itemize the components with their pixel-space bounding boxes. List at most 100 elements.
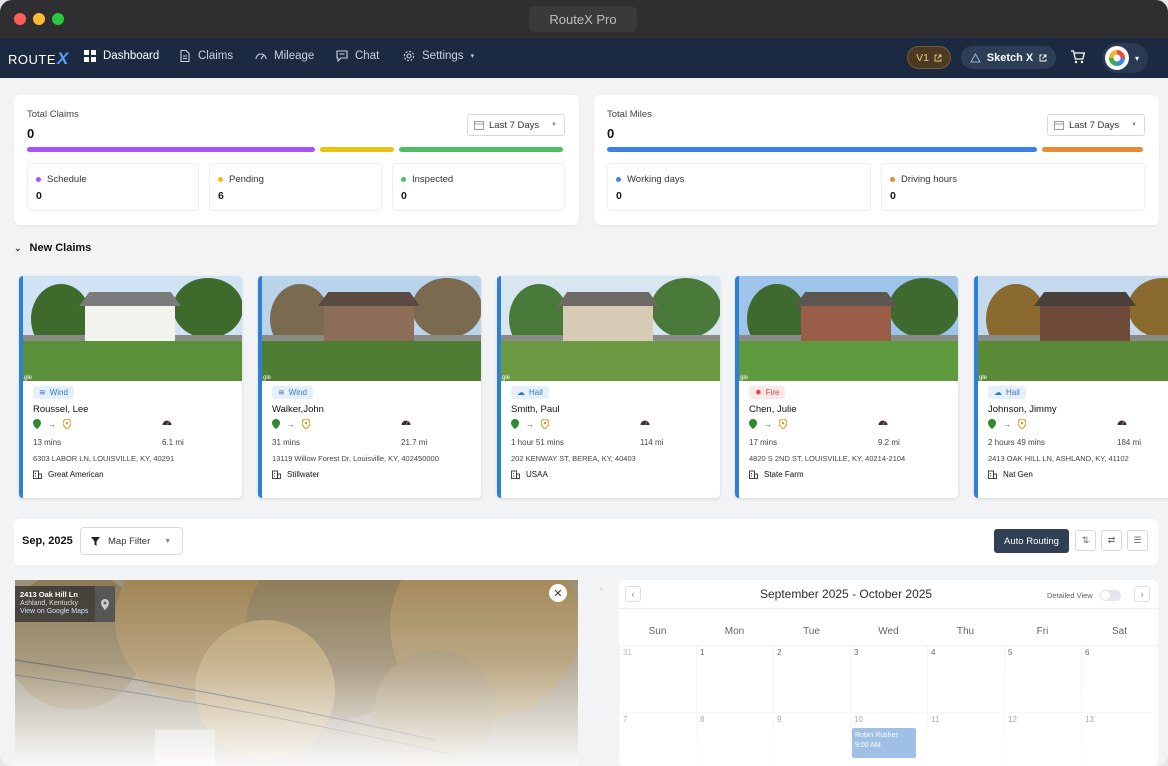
calendar-day-cell[interactable]: 9 (773, 712, 850, 766)
calendar-day-cell[interactable]: 6 (1081, 645, 1158, 712)
routex-logo[interactable]: ROUTE X (8, 49, 69, 69)
arrow-right-icon: → (526, 419, 534, 429)
calendar-day-cell[interactable]: 2 (773, 645, 850, 712)
route-toolbar: Sep, 2025 Map Filter ▼ Auto Routing ⇅ ⇄ … (14, 519, 1158, 565)
claim-address: 13119 Willow Forest Dr, Louisville, KY, … (272, 454, 439, 463)
claim-card[interactable]: gle ≋ Wind Walker,John → 31 mins 21.7 mi… (258, 276, 481, 498)
title-bar: RouteX Pro (0, 0, 1168, 38)
close-icon[interactable]: ✕ (549, 584, 567, 602)
sketch-x-button[interactable]: Sketch X (961, 46, 1056, 69)
chevron-right-icon[interactable]: › (600, 584, 603, 593)
total-miles-card: Total Miles 0 Last 7 Days ▼ Working days… (594, 95, 1159, 225)
arrow-right-icon: → (1003, 419, 1011, 429)
calendar-day-cell[interactable]: 31 (619, 645, 696, 712)
inspected-bar-segment (399, 147, 563, 152)
day-number: 11 (931, 715, 940, 724)
app-window: RouteX Pro ROUTE X Dashboard Claims Milea… (0, 0, 1168, 766)
street-view-panel[interactable]: 2413 Oak Hill Ln Ashland, Kentucky View … (15, 580, 578, 766)
calendar-day-cell[interactable]: 11 (927, 712, 1004, 766)
building-icon (33, 470, 42, 479)
calendar-day-cell[interactable]: 12 (1004, 712, 1081, 766)
toggle-switch[interactable] (1099, 590, 1121, 601)
working-days-stat: Working days 0 (607, 163, 871, 211)
address-info-box: 2413 Oak Hill Ln Ashland, Kentucky View … (15, 586, 115, 622)
close-window-button[interactable] (14, 13, 26, 25)
avatar (1105, 46, 1129, 70)
nav-item-settings[interactable]: Settings ▾ (403, 50, 474, 62)
nav-item-dashboard[interactable]: Dashboard (84, 50, 159, 62)
inspected-stat: Inspected 0 (392, 163, 565, 211)
nav-item-label: Mileage (274, 50, 315, 62)
drive-time: 1 hour 51 mins (511, 438, 564, 447)
drive-time: 13 mins (33, 438, 62, 447)
hail-icon: ☁ (994, 388, 1002, 397)
claimant-name: Smith, Paul (511, 404, 560, 415)
day-number: 13 (1085, 715, 1094, 724)
destination-pin-icon (779, 419, 787, 429)
building-icon (749, 470, 758, 479)
peril-badge: ≋ Wind (33, 386, 74, 399)
logo-text: ROUTE (8, 51, 56, 67)
arrow-right-icon: → (287, 419, 295, 429)
calendar-prev-button[interactable]: ‹ (625, 586, 641, 602)
driving-hours-value: 0 (890, 190, 896, 202)
nav-item-chat[interactable]: Chat (336, 50, 379, 62)
drive-time: 17 mins (749, 438, 778, 447)
calendar-day-cell[interactable]: 13 (1081, 712, 1158, 766)
start-pin-icon (33, 419, 41, 429)
miles-range-dropdown[interactable]: Last 7 Days ▼ (1047, 114, 1145, 136)
claims-range-dropdown[interactable]: Last 7 Days ▼ (467, 114, 565, 136)
peril-badge: ☁ Hail (988, 386, 1026, 399)
map-filter-dropdown[interactable]: Map Filter ▼ (80, 527, 183, 555)
nav-item-claims[interactable]: Claims (179, 50, 233, 62)
peril-label: Wind (288, 388, 307, 397)
calendar-day-cell[interactable]: 5 (1004, 645, 1081, 712)
insurer: Great American (33, 470, 104, 479)
photo-roof (795, 292, 897, 306)
day-number: 4 (931, 648, 936, 657)
start-pin-icon (749, 419, 757, 429)
calendar-day-cell[interactable]: 7 (619, 712, 696, 766)
list-view-button[interactable]: ☰ (1127, 530, 1148, 551)
drive-distance: 184 mi (1117, 438, 1142, 447)
calendar-day-cell[interactable]: 4 (927, 645, 1004, 712)
calendar-day-cell[interactable]: 3 (850, 645, 927, 712)
calendar-event[interactable]: Robin Rusher 9:00 AM (852, 728, 916, 758)
claim-card[interactable]: gle ☁ Hail Smith, Paul → 1 hour 51 mins … (497, 276, 720, 498)
chevron-down-icon: ▼ (164, 537, 172, 545)
drive-distance: 21.7 mi (401, 438, 428, 447)
miles-status-bar (607, 147, 1143, 152)
photo-house (324, 304, 414, 342)
maximize-window-button[interactable] (52, 13, 64, 25)
user-menu[interactable]: ▾ (1102, 43, 1148, 73)
google-watermark: gle (502, 375, 511, 381)
claim-card[interactable]: gle ☁ Hail Johnson, Jimmy → 2 hours 49 m… (974, 276, 1168, 498)
v1-button[interactable]: V1 (907, 46, 951, 69)
cart-icon[interactable] (1070, 49, 1086, 70)
detailed-view-toggle[interactable]: Detailed View (1047, 590, 1121, 601)
claim-address: 202 KENWAY ST, BEREA, KY, 40403 (511, 454, 636, 463)
photo-house (1040, 304, 1130, 342)
claim-card[interactable]: gle ✹ Fire Chen, Julie → 17 mins 9.2 mi … (735, 276, 958, 498)
start-pin-icon (272, 419, 280, 429)
claim-card[interactable]: gle ≋ Wind Roussel, Lee → 13 mins 6.1 mi… (19, 276, 242, 498)
filter-icon (91, 536, 100, 546)
calendar-day-cell[interactable]: 1 (696, 645, 773, 712)
swap-button[interactable]: ⇄ (1101, 530, 1122, 551)
insurer-name: Stillwater (287, 470, 320, 479)
drive-distance: 6.1 mi (162, 438, 184, 447)
auto-routing-button[interactable]: Auto Routing (994, 529, 1069, 553)
nav-item-mileage[interactable]: Mileage (255, 50, 314, 62)
calendar-day-cell[interactable]: 8 (696, 712, 773, 766)
calendar-icon (474, 121, 484, 130)
sort-button[interactable]: ⇅ (1075, 530, 1096, 551)
route-indicator: → (511, 419, 549, 429)
minimize-window-button[interactable] (33, 13, 45, 25)
claim-address: 2413 OAK HILL LN, ASHLAND, KY, 41102 (988, 454, 1129, 463)
pending-label: Pending (229, 174, 264, 185)
google-watermark: gle (979, 375, 988, 381)
new-claims-toggle[interactable]: ⌄ New Claims (14, 242, 91, 254)
insurer: Nat Gen (988, 470, 1033, 479)
calendar-next-button[interactable]: › (1134, 586, 1150, 602)
inspected-label: Inspected (412, 174, 454, 185)
